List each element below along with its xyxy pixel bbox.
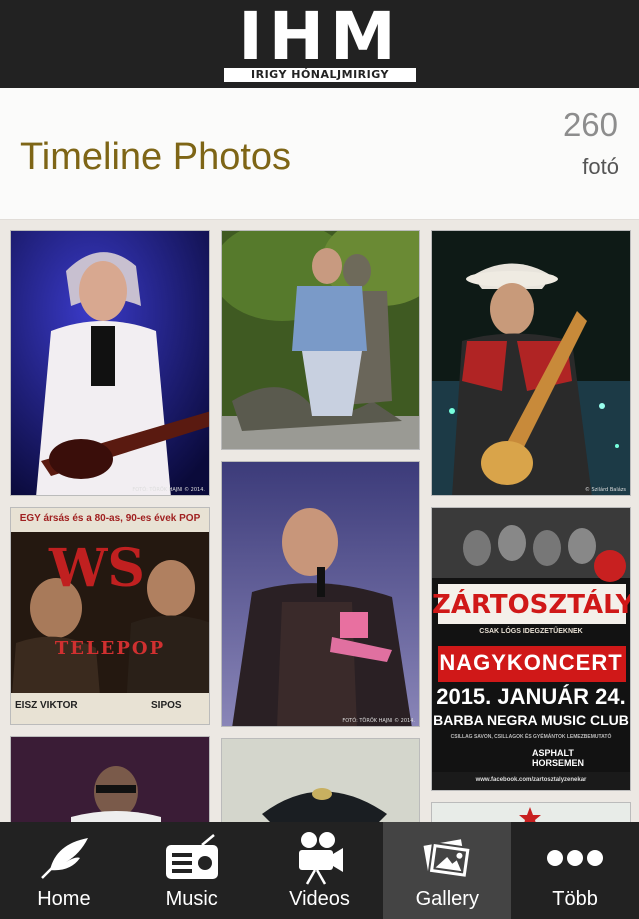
poster-sponsor: ASPHALT HORSEMEN xyxy=(532,748,585,768)
more-dots-icon xyxy=(511,830,639,886)
mermaid-statue-image xyxy=(222,231,419,449)
feather-icon xyxy=(0,830,128,886)
photo-credit: © Szilárd Balázs xyxy=(584,487,626,493)
photo-credit: FOTÓ: TÖRÖK HAJNI © 2014. xyxy=(342,718,415,724)
poster-telepop: TELEPOP xyxy=(54,638,166,659)
logo-letters: IHM xyxy=(238,0,402,75)
tab-bar: Home Music Videos Gallery Több xyxy=(0,822,639,919)
poster-facebook: www.facebook.com/zartosztalyzenekar xyxy=(475,777,587,783)
photo-count: 260 xyxy=(562,106,618,143)
tab-gallery-label: Gallery xyxy=(415,888,479,910)
poster-venue: BARBA NEGRA MUSIC CLUB xyxy=(433,712,629,728)
man-with-sunglasses-image xyxy=(11,737,209,822)
officer-cap-image xyxy=(222,739,419,822)
poster-name-left: EISZ VIKTOR xyxy=(15,700,78,711)
tab-videos[interactable]: Videos xyxy=(256,822,384,919)
photo-tile[interactable]: ZÁRTOSZTÁLY CSAK LÓGS IDEGZETŰEKNEK NAGY… xyxy=(431,507,631,791)
logo-subtext: IRIGY HÓNALJMIRIGY xyxy=(224,68,416,82)
photo-tile[interactable]: EGY ársás és a 80-as, 90-es évek POP WS … xyxy=(10,507,210,725)
photo-grid: FOTÓ: TÖRÖK HAJNI © 2014. © Szilárd Balá… xyxy=(0,220,639,822)
gallery-icon xyxy=(383,830,511,886)
tab-home[interactable]: Home xyxy=(0,822,128,919)
app-screen: IHM IRIGY HÓNALJMIRIGY Timeline Photos 2… xyxy=(0,0,639,919)
guitarist-white-jacket-image xyxy=(11,231,209,495)
poster-date: 2015. JANUÁR 24. xyxy=(436,684,626,709)
singer-with-microphone-image xyxy=(222,462,419,726)
photo-credit: FOTÓ: TÖRÖK HAJNI © 2014. xyxy=(132,487,205,493)
photo-count-unit: fotó xyxy=(582,154,619,179)
album-header: Timeline Photos 260 fotó xyxy=(0,88,639,220)
photo-tile[interactable] xyxy=(431,802,631,822)
tab-home-label: Home xyxy=(37,888,91,910)
poster-concert: NAGYKONCERT xyxy=(439,650,623,675)
tab-music[interactable]: Music xyxy=(128,822,256,919)
photo-tile[interactable] xyxy=(10,736,210,822)
radio-icon xyxy=(128,830,256,886)
photo-tile[interactable]: FOTÓ: TÖRÖK HAJNI © 2014. xyxy=(10,230,210,496)
ihm-logo[interactable]: IHM IRIGY HÓNALJMIRIGY xyxy=(224,4,416,82)
photo-tile[interactable]: © Szilárd Balázs xyxy=(431,230,631,496)
tab-gallery[interactable]: Gallery xyxy=(383,822,512,919)
poster-headline: ZÁRTOSZTÁLY xyxy=(432,590,631,620)
photo-tile[interactable] xyxy=(221,230,420,450)
poster-name-right: SIPOS xyxy=(151,700,182,711)
top-bar: IHM IRIGY HÓNALJMIRIGY xyxy=(0,0,639,88)
star-decoration-image xyxy=(432,803,630,822)
tab-more-label: Több xyxy=(552,888,598,910)
tab-videos-label: Videos xyxy=(289,888,350,910)
video-camera-icon xyxy=(256,830,384,886)
poster-banner: EGY ársás és a 80-as, 90-es évek POP xyxy=(19,513,201,524)
cowboy-guitarist-image xyxy=(432,231,630,495)
photo-tile[interactable]: FOTÓ: TÖRÖK HAJNI © 2014. xyxy=(221,461,420,727)
tab-more[interactable]: Több xyxy=(511,822,639,919)
page-title: Timeline Photos xyxy=(20,136,292,178)
poster-ws: WS xyxy=(49,538,145,599)
poster-tagline: CSILLAG SAVON, CSILLAGOK ÉS GYÉMÁNTOK LE… xyxy=(450,734,612,740)
poster-subline: CSAK LÓGS IDEGZETŰEKNEK xyxy=(479,628,583,635)
photo-tile[interactable] xyxy=(221,738,420,822)
tab-music-label: Music xyxy=(165,888,218,910)
